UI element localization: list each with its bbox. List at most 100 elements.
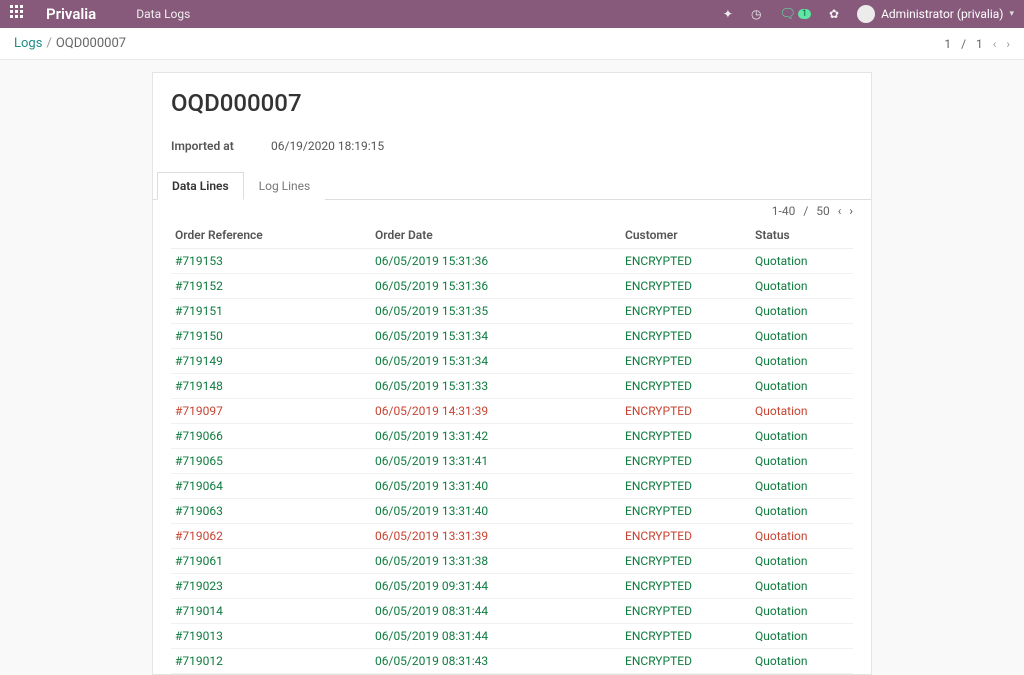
table-row[interactable]: #71906206/05/2019 13:31:39ENCRYPTEDQuota… xyxy=(171,524,853,549)
table-header-row: Order Reference Order Date Customer Stat… xyxy=(171,222,853,249)
form-sheet: OQD000007 Imported at 06/19/2020 18:19:1… xyxy=(152,72,872,675)
cell-cust: ENCRYPTED xyxy=(621,574,751,599)
table-pager-range[interactable]: 1-40 xyxy=(772,204,796,218)
table-row[interactable]: #71901206/05/2019 08:31:43ENCRYPTEDQuota… xyxy=(171,649,853,674)
record-pager: 1 / 1 ‹ › xyxy=(944,37,1010,51)
table-next-icon[interactable]: › xyxy=(849,204,853,218)
table-row[interactable]: #71909706/05/2019 14:31:39ENCRYPTEDQuota… xyxy=(171,399,853,424)
cell-date: 06/05/2019 15:31:35 xyxy=(371,299,621,324)
cell-date: 06/05/2019 08:31:44 xyxy=(371,624,621,649)
cell-date: 06/05/2019 15:31:34 xyxy=(371,349,621,374)
table-row[interactable]: #71906606/05/2019 13:31:42ENCRYPTEDQuota… xyxy=(171,424,853,449)
cell-status: Quotation xyxy=(751,524,853,549)
col-customer[interactable]: Customer xyxy=(621,222,751,249)
chat-badge: 1 xyxy=(798,9,811,19)
cell-ref: #719063 xyxy=(171,499,371,524)
cell-cust: ENCRYPTED xyxy=(621,249,751,274)
user-name: Administrator (privalia) xyxy=(881,7,1003,21)
cell-ref: #719012 xyxy=(171,649,371,674)
control-panel: Logs / OQD000007 1 / 1 ‹ › xyxy=(0,28,1024,60)
cell-ref: #719153 xyxy=(171,249,371,274)
cell-cust: ENCRYPTED xyxy=(621,424,751,449)
cell-cust: ENCRYPTED xyxy=(621,324,751,349)
cell-date: 06/05/2019 08:31:43 xyxy=(371,649,621,674)
pager-prev-icon[interactable]: ‹ xyxy=(993,37,997,51)
pager-next-icon[interactable]: › xyxy=(1006,37,1010,51)
star-icon[interactable]: ✦ xyxy=(723,7,733,21)
navbar: Privalia Data Logs ✦ ◷ 🗨1 ✿ Administrato… xyxy=(0,0,1024,28)
cell-status: Quotation xyxy=(751,649,853,674)
cell-status: Quotation xyxy=(751,474,853,499)
pager-value[interactable]: 1 xyxy=(944,37,951,51)
cell-status: Quotation xyxy=(751,499,853,524)
table-prev-icon[interactable]: ‹ xyxy=(838,204,842,218)
cell-ref: #719023 xyxy=(171,574,371,599)
table-row[interactable]: #71902306/05/2019 09:31:44ENCRYPTEDQuota… xyxy=(171,574,853,599)
apps-icon[interactable] xyxy=(10,5,24,23)
chevron-down-icon: ▾ xyxy=(1009,9,1014,19)
cell-cust: ENCRYPTED xyxy=(621,474,751,499)
cell-status: Quotation xyxy=(751,324,853,349)
table-body: #71915306/05/2019 15:31:36ENCRYPTEDQuota… xyxy=(171,249,853,674)
brand[interactable]: Privalia xyxy=(46,5,96,23)
cell-ref: #719148 xyxy=(171,374,371,399)
cell-status: Quotation xyxy=(751,549,853,574)
table-row[interactable]: #71915006/05/2019 15:31:34ENCRYPTEDQuota… xyxy=(171,324,853,349)
cell-date: 06/05/2019 09:31:44 xyxy=(371,574,621,599)
table-pager-sep: / xyxy=(803,204,808,218)
cell-cust: ENCRYPTED xyxy=(621,524,751,549)
cell-ref: #719097 xyxy=(171,399,371,424)
tab-log-lines[interactable]: Log Lines xyxy=(244,172,326,200)
sheet-wrap: OQD000007 Imported at 06/19/2020 18:19:1… xyxy=(0,60,1024,675)
cell-status: Quotation xyxy=(751,399,853,424)
table-row[interactable]: #71901406/05/2019 08:31:44ENCRYPTEDQuota… xyxy=(171,599,853,624)
cell-date: 06/05/2019 15:31:34 xyxy=(371,324,621,349)
table-row[interactable]: #71915206/05/2019 15:31:36ENCRYPTEDQuota… xyxy=(171,274,853,299)
clock-icon[interactable]: ◷ xyxy=(751,7,761,21)
user-menu[interactable]: Administrator (privalia) ▾ xyxy=(857,5,1014,23)
col-status[interactable]: Status xyxy=(751,222,853,249)
notebook-tabs: Data Lines Log Lines xyxy=(153,171,871,200)
cell-ref: #719065 xyxy=(171,449,371,474)
cell-cust: ENCRYPTED xyxy=(621,374,751,399)
gift-icon[interactable]: ✿ xyxy=(829,7,839,21)
table-row[interactable]: #71914906/05/2019 15:31:34ENCRYPTEDQuota… xyxy=(171,349,853,374)
col-order-date[interactable]: Order Date xyxy=(371,222,621,249)
cell-ref: #719062 xyxy=(171,524,371,549)
cell-status: Quotation xyxy=(751,449,853,474)
cell-status: Quotation xyxy=(751,424,853,449)
cell-ref: #719064 xyxy=(171,474,371,499)
cell-date: 06/05/2019 13:31:41 xyxy=(371,449,621,474)
breadcrumb-current: OQD000007 xyxy=(56,36,126,51)
cell-date: 06/05/2019 08:31:44 xyxy=(371,599,621,624)
table-row[interactable]: #71906106/05/2019 13:31:38ENCRYPTEDQuota… xyxy=(171,549,853,574)
imported-at-row: Imported at 06/19/2020 18:19:15 xyxy=(171,139,853,153)
table-row[interactable]: #71906506/05/2019 13:31:41ENCRYPTEDQuota… xyxy=(171,449,853,474)
table-row[interactable]: #71914806/05/2019 15:31:33ENCRYPTEDQuota… xyxy=(171,374,853,399)
avatar xyxy=(857,5,875,23)
cell-cust: ENCRYPTED xyxy=(621,299,751,324)
cell-cust: ENCRYPTED xyxy=(621,349,751,374)
cell-ref: #719149 xyxy=(171,349,371,374)
cell-status: Quotation xyxy=(751,374,853,399)
table-row[interactable]: #71906406/05/2019 13:31:40ENCRYPTEDQuota… xyxy=(171,474,853,499)
cell-status: Quotation xyxy=(751,274,853,299)
col-order-reference[interactable]: Order Reference xyxy=(171,222,371,249)
table-row[interactable]: #71901306/05/2019 08:31:44ENCRYPTEDQuota… xyxy=(171,624,853,649)
cell-cust: ENCRYPTED xyxy=(621,274,751,299)
table-row[interactable]: #71915306/05/2019 15:31:36ENCRYPTEDQuota… xyxy=(171,249,853,274)
chat-icon[interactable]: 🗨1 xyxy=(779,7,811,22)
cell-date: 06/05/2019 15:31:33 xyxy=(371,374,621,399)
cell-status: Quotation xyxy=(751,574,853,599)
cell-status: Quotation xyxy=(751,249,853,274)
menu-data-logs[interactable]: Data Logs xyxy=(136,7,190,21)
table-pager-total: 50 xyxy=(816,204,830,218)
breadcrumb-root[interactable]: Logs xyxy=(14,36,42,51)
tab-data-lines[interactable]: Data Lines xyxy=(157,172,244,200)
table-row[interactable]: #71906306/05/2019 13:31:40ENCRYPTEDQuota… xyxy=(171,499,853,524)
table-pager: 1-40 / 50 ‹ › xyxy=(171,200,853,222)
cell-cust: ENCRYPTED xyxy=(621,399,751,424)
cell-status: Quotation xyxy=(751,624,853,649)
table-row[interactable]: #71915106/05/2019 15:31:35ENCRYPTEDQuota… xyxy=(171,299,853,324)
nav-right: ✦ ◷ 🗨1 ✿ Administrator (privalia) ▾ xyxy=(723,5,1014,23)
